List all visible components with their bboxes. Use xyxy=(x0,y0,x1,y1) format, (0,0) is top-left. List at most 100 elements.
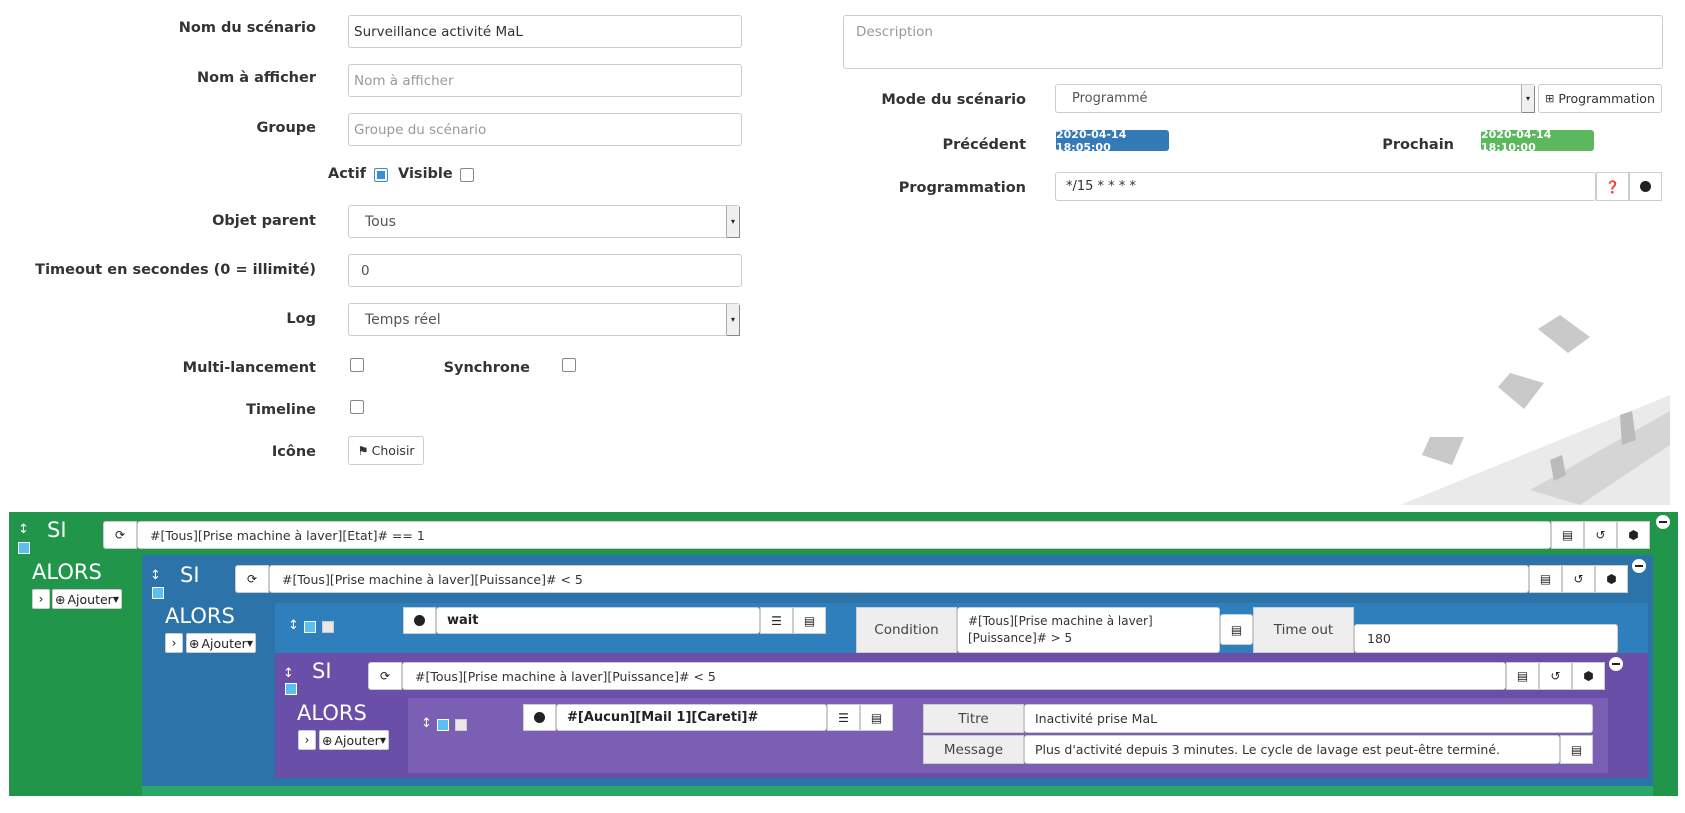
cron-input[interactable]: */15 * * * * xyxy=(1055,172,1596,201)
caret-down-icon: ▼ xyxy=(246,638,253,648)
cube-icon: ⬢ xyxy=(1583,669,1594,683)
refresh-button[interactable]: ⟳ xyxy=(235,565,269,593)
si-label: SI xyxy=(47,518,67,542)
display-name-input[interactable]: Nom à afficher xyxy=(348,64,742,97)
select-block-checkbox[interactable] xyxy=(285,683,297,695)
parallel-action-checkbox[interactable] xyxy=(455,719,467,731)
alors-label: ALORS xyxy=(32,560,102,584)
enable-action-checkbox[interactable] xyxy=(304,621,316,633)
enable-action-checkbox[interactable] xyxy=(437,719,449,731)
mode-select[interactable]: Programmé ▾ xyxy=(1055,84,1535,113)
expand-chevron-icon[interactable]: › xyxy=(298,730,316,750)
list-icon: ▤ xyxy=(1230,622,1243,637)
list-icon: ▤ xyxy=(870,710,883,725)
mail-command-input[interactable]: #[Aucun][Mail 1][Careti]# xyxy=(556,704,827,731)
cube-button[interactable]: ⬢ xyxy=(1595,565,1628,593)
options-button[interactable]: ☰ xyxy=(827,704,860,731)
list-icon: ▤ xyxy=(1561,528,1574,542)
group-input[interactable]: Groupe du scénario xyxy=(348,113,742,146)
help-button[interactable]: ❓ xyxy=(1596,172,1629,201)
select-block-checkbox[interactable] xyxy=(18,542,30,554)
next-label: Prochain xyxy=(1382,137,1454,153)
programmation-button[interactable]: ⊞ Programmation xyxy=(1538,84,1662,113)
remove-action-button[interactable] xyxy=(523,704,556,731)
select-command-button[interactable]: ▤ xyxy=(1220,614,1253,645)
parent-object-value: Tous xyxy=(365,213,396,230)
expand-chevron-icon[interactable]: › xyxy=(32,589,50,609)
multi-launch-checkbox[interactable] xyxy=(350,358,364,372)
timeline-checkbox[interactable] xyxy=(350,400,364,414)
drag-handle-icon[interactable]: ↕ xyxy=(288,618,299,633)
log-select[interactable]: Temps réel ▾ xyxy=(348,303,740,336)
group-label: Groupe xyxy=(256,120,316,136)
scenario-name-input[interactable]: Surveillance activité MaL xyxy=(348,15,742,48)
condition-input-2[interactable]: #[Tous][Prise machine à laver][Puissance… xyxy=(269,565,1529,593)
expand-chevron-icon[interactable]: › xyxy=(165,633,183,653)
visible-checkbox[interactable] xyxy=(460,168,474,182)
remove-block-icon[interactable] xyxy=(1609,657,1623,671)
scenario-name-label: Nom du scénario xyxy=(178,20,316,36)
select-block-checkbox[interactable] xyxy=(152,587,164,599)
list-button[interactable]: ▤ xyxy=(1551,521,1584,549)
list-icon: ▤ xyxy=(1570,742,1583,757)
drag-handle-icon[interactable]: ↕ xyxy=(283,666,294,681)
list-button[interactable]: ▤ xyxy=(1529,565,1562,593)
remove-action-button[interactable] xyxy=(403,607,436,634)
options-button[interactable]: ☰ xyxy=(760,607,793,634)
wait-timeout-input[interactable]: 180 xyxy=(1354,624,1618,653)
wait-command-input[interactable]: wait xyxy=(436,607,760,634)
cube-button[interactable]: ⬢ xyxy=(1617,521,1650,549)
timeout-addon-label: Time out xyxy=(1253,607,1354,653)
plus-circle-icon: ⊕ xyxy=(189,635,200,651)
history-button[interactable]: ↺ xyxy=(1584,521,1617,549)
remove-block-icon[interactable] xyxy=(1632,559,1646,573)
add-button[interactable]: ⊕ Ajouter ▼ xyxy=(186,633,256,653)
add-button[interactable]: ⊕ Ajouter ▼ xyxy=(52,589,122,609)
timeout-input[interactable]: 0 xyxy=(348,254,742,287)
condition-input-1[interactable]: #[Tous][Prise machine à laver][Etat]# ==… xyxy=(137,521,1551,549)
mode-label: Mode du scénario xyxy=(881,92,1026,108)
next-badge: 2020-04-14 18:10:00 xyxy=(1481,128,1594,154)
parallel-action-checkbox[interactable] xyxy=(322,621,334,633)
sync-label: Synchrone xyxy=(443,360,530,376)
remove-cron-button[interactable] xyxy=(1629,172,1662,201)
refresh-icon: ⟳ xyxy=(246,572,258,586)
drag-handle-icon[interactable]: ↕ xyxy=(18,522,29,537)
minus-circle-icon xyxy=(534,712,545,723)
mail-title-input[interactable]: Inactivité prise MaL xyxy=(1024,704,1593,733)
parent-object-select[interactable]: Tous ▾ xyxy=(348,205,740,238)
icon-label: Icône xyxy=(271,444,316,460)
list-button[interactable]: ▤ xyxy=(1506,662,1539,690)
history-button[interactable]: ↺ xyxy=(1562,565,1595,593)
cube-button[interactable]: ⬢ xyxy=(1572,662,1605,690)
condition-input-3[interactable]: #[Tous][Prise machine à laver][Puissance… xyxy=(402,662,1506,690)
block-footer xyxy=(142,786,1653,796)
list-button[interactable]: ▤ xyxy=(860,704,893,731)
plus-square-icon: ⊞ xyxy=(1545,92,1555,105)
display-name-label: Nom à afficher xyxy=(197,70,316,86)
refresh-button[interactable]: ⟳ xyxy=(103,521,137,549)
add-button[interactable]: ⊕ Ajouter ▼ xyxy=(319,730,389,750)
history-button[interactable]: ↺ xyxy=(1539,662,1572,690)
list-icon: ▤ xyxy=(1539,572,1552,586)
sync-checkbox[interactable] xyxy=(562,358,576,372)
select-command-button[interactable]: ▤ xyxy=(1560,735,1593,764)
choose-icon-button[interactable]: ⚑ Choisir xyxy=(348,436,424,465)
remove-block-icon[interactable] xyxy=(1656,515,1670,529)
log-value: Temps réel xyxy=(365,311,441,328)
si-label: SI xyxy=(312,659,332,683)
drag-handle-icon[interactable]: ↕ xyxy=(421,716,432,731)
log-label: Log xyxy=(286,311,316,327)
list-button[interactable]: ▤ xyxy=(793,607,826,634)
description-textarea[interactable]: Description xyxy=(843,15,1663,69)
cube-icon: ⬢ xyxy=(1628,528,1639,542)
wait-condition-input[interactable]: #[Tous][Prise machine à laver][Puissance… xyxy=(957,607,1220,653)
minus-circle-icon xyxy=(1640,181,1651,192)
drag-handle-icon[interactable]: ↕ xyxy=(150,568,161,583)
mail-message-input[interactable]: Plus d'activité depuis 3 minutes. Le cyc… xyxy=(1024,735,1560,764)
caret-down-icon: ▼ xyxy=(112,594,119,604)
refresh-button[interactable]: ⟳ xyxy=(368,662,402,690)
actif-label: Actif xyxy=(327,166,366,182)
timeline-label: Timeline xyxy=(246,402,316,418)
actif-checkbox[interactable] xyxy=(374,168,388,182)
